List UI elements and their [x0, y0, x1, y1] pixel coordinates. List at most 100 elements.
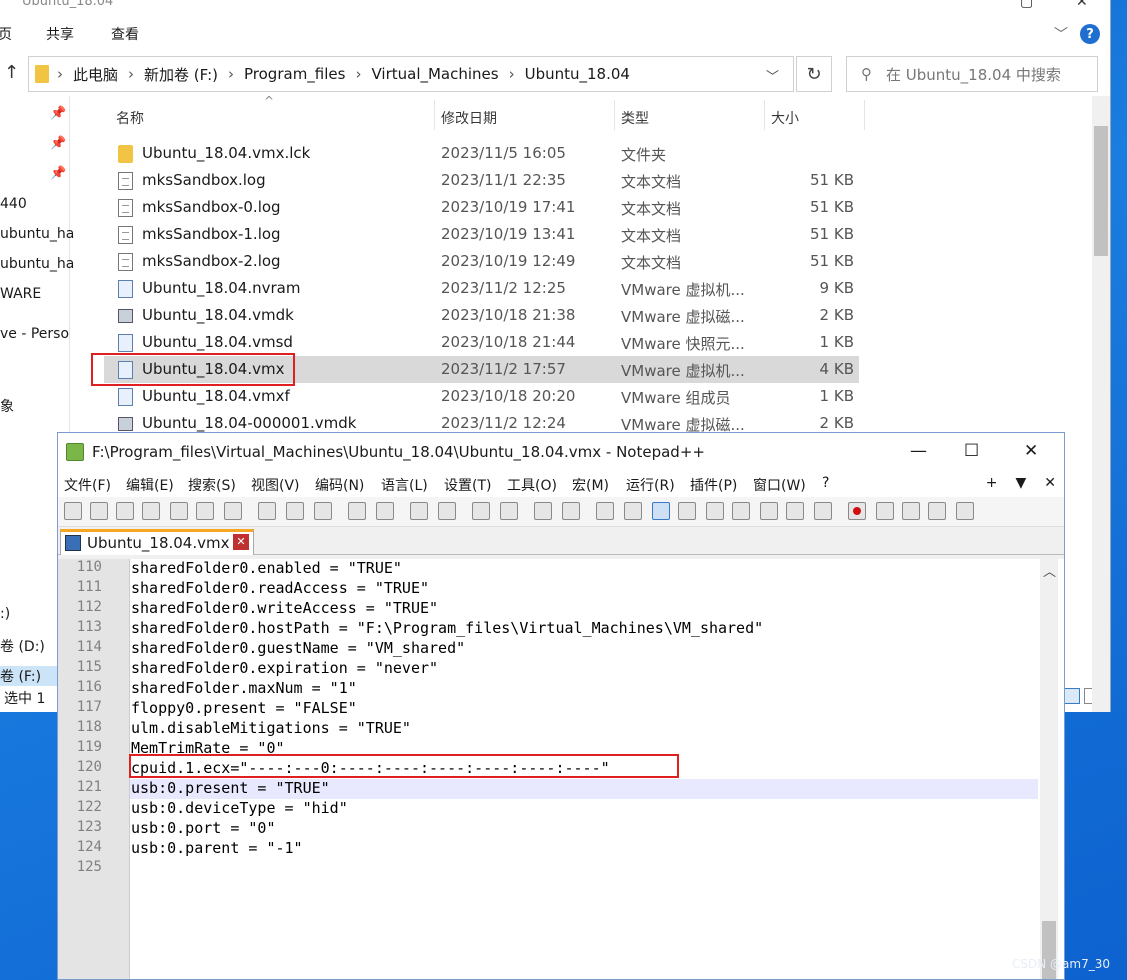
- code-line[interactable]: usb:0.deviceType = "hid": [130, 799, 348, 817]
- close-file-icon[interactable]: [170, 502, 188, 520]
- maximize-icon[interactable]: ☐: [964, 441, 979, 461]
- address-dropdown-icon[interactable]: ﹀: [766, 66, 779, 85]
- menu-tools[interactable]: 工具(O): [507, 475, 557, 495]
- tab-ubuntu-vmx[interactable]: Ubuntu_18.04.vmx ✕: [60, 529, 254, 555]
- address-bar[interactable]: › 此电脑 › 新加卷 (F:) › Program_files › Virtu…: [28, 56, 794, 92]
- up-arrow-icon[interactable]: ↑: [4, 62, 19, 83]
- scrollbar-thumb[interactable]: [1042, 921, 1056, 979]
- save-macro-icon[interactable]: [956, 502, 974, 520]
- redo-icon[interactable]: [376, 502, 394, 520]
- tab-list-icon[interactable]: ▼: [1015, 475, 1026, 491]
- breadcrumb-virtual-machines[interactable]: Virtual_Machines: [371, 65, 498, 83]
- menu-encoding[interactable]: 编码(N): [315, 475, 364, 495]
- minimize-icon[interactable]: ▢: [1020, 0, 1033, 10]
- menu-settings[interactable]: 设置(T): [444, 475, 491, 495]
- column-divider[interactable]: [434, 100, 435, 130]
- pin-icon[interactable]: 📌: [50, 106, 66, 121]
- file-row[interactable]: mksSandbox-2.log 2023/10/19 12:49 文本文档 51 K…: [104, 248, 859, 275]
- file-row[interactable]: Ubuntu_18.04.vmsd 2023/10/18 21:44 VMware …: [104, 329, 859, 356]
- scrollbar-thumb[interactable]: [1094, 126, 1108, 256]
- nav-item[interactable]: ubuntu_ha: [0, 256, 74, 272]
- copy-icon[interactable]: [286, 502, 304, 520]
- replace-icon[interactable]: [438, 502, 456, 520]
- breadcrumb-this-pc[interactable]: 此电脑: [73, 64, 118, 85]
- monitoring-icon[interactable]: [814, 502, 832, 520]
- file-row[interactable]: Ubuntu_18.04.nvram 2023/11/2 12:25 VMware …: [104, 275, 859, 302]
- folder-workspace-icon[interactable]: [786, 502, 804, 520]
- code-line[interactable]: sharedFolder0.expiration = "never": [130, 659, 438, 677]
- document-list-icon[interactable]: [732, 502, 750, 520]
- ribbon-tab-view[interactable]: 查看: [111, 24, 139, 44]
- run-macro-multiple-icon[interactable]: [928, 502, 946, 520]
- sync-vertical-icon[interactable]: [534, 502, 552, 520]
- code-editor[interactable]: 110 111 112 113 114 115 116 117 118 119 120 121 122 1…: [58, 559, 1064, 979]
- nav-item[interactable]: ve - Perso: [0, 326, 69, 342]
- breadcrumb-program-files[interactable]: Program_files: [244, 65, 345, 83]
- minimize-icon[interactable]: —: [910, 441, 927, 461]
- ribbon-tab-home[interactable]: 页: [0, 24, 12, 44]
- user-language-icon[interactable]: [678, 502, 696, 520]
- sync-horizontal-icon[interactable]: [562, 502, 580, 520]
- nav-item[interactable]: ubuntu_ha: [0, 226, 74, 242]
- file-row[interactable]: Ubuntu_18.04.vmdk 2023/10/18 21:38 VMware …: [104, 302, 859, 329]
- code-line[interactable]: usb:0.parent = "-1": [130, 839, 303, 857]
- cut-icon[interactable]: [258, 502, 276, 520]
- file-row[interactable]: Ubuntu_18.04.vmx.lck 2023/11/5 16:05 文件夹: [104, 140, 859, 167]
- find-icon[interactable]: [410, 502, 428, 520]
- column-header-size[interactable]: 大小: [771, 108, 799, 128]
- new-file-icon[interactable]: [64, 502, 82, 520]
- explorer-scrollbar[interactable]: [1092, 96, 1110, 712]
- breadcrumb-drive-f[interactable]: 新加卷 (F:): [144, 64, 218, 85]
- show-all-characters-icon[interactable]: [624, 502, 642, 520]
- nav-item[interactable]: 象: [0, 396, 14, 416]
- editor-scrollbar[interactable]: ︿: [1040, 559, 1058, 979]
- menu-run[interactable]: 运行(R): [626, 475, 675, 495]
- document-map-icon[interactable]: [706, 502, 724, 520]
- nav-item-drive-d[interactable]: 卷 (D:): [0, 636, 45, 656]
- menu-help[interactable]: ?: [822, 475, 829, 491]
- file-row[interactable]: mksSandbox-0.log 2023/10/19 17:41 文本文档 51 K…: [104, 194, 859, 221]
- close-icon[interactable]: ✕: [1076, 0, 1088, 10]
- code-line[interactable]: sharedFolder0.writeAccess = "TRUE": [130, 599, 438, 617]
- menu-plugins[interactable]: 插件(P): [690, 475, 737, 495]
- paste-icon[interactable]: [314, 502, 332, 520]
- nav-item[interactable]: 440: [0, 196, 27, 212]
- breadcrumb-ubuntu[interactable]: Ubuntu_18.04: [525, 65, 630, 83]
- menu-window[interactable]: 窗口(W): [753, 475, 806, 495]
- code-line[interactable]: sharedFolder0.readAccess = "TRUE": [130, 579, 429, 597]
- scroll-up-icon[interactable]: ︿: [1043, 561, 1056, 580]
- code-line[interactable]: ulm.disableMitigations = "TRUE": [130, 719, 411, 737]
- code-line[interactable]: sharedFolder0.guestName = "VM_shared": [130, 639, 465, 657]
- stop-macro-icon[interactable]: [876, 502, 894, 520]
- chevron-down-icon[interactable]: ﹀: [1054, 24, 1068, 44]
- save-icon[interactable]: [116, 502, 134, 520]
- column-divider[interactable]: [864, 100, 865, 130]
- word-wrap-icon[interactable]: [596, 502, 614, 520]
- pin-icon[interactable]: 📌: [50, 136, 66, 151]
- function-list-icon[interactable]: [760, 502, 778, 520]
- menu-file[interactable]: 文件(F): [64, 475, 111, 495]
- close-tab-icon[interactable]: ✕: [233, 534, 249, 550]
- ribbon-tab-share[interactable]: 共享: [46, 24, 74, 44]
- code-line[interactable]: sharedFolder.maxNum = "1": [130, 679, 357, 697]
- code-line[interactable]: usb:0.present = "TRUE": [130, 779, 330, 797]
- indent-guide-icon[interactable]: [652, 502, 670, 520]
- column-divider[interactable]: [764, 100, 765, 130]
- print-icon[interactable]: [224, 502, 242, 520]
- close-icon[interactable]: ✕: [1024, 441, 1038, 461]
- menu-macro[interactable]: 宏(M): [572, 475, 609, 495]
- column-header-type[interactable]: 类型: [621, 108, 649, 128]
- code-line[interactable]: usb:0.port = "0": [130, 819, 276, 837]
- file-row[interactable]: Ubuntu_18.04.vmxf 2023/10/18 20:20 VMware …: [104, 383, 859, 410]
- open-file-icon[interactable]: [90, 502, 108, 520]
- code-line[interactable]: sharedFolder0.hostPath = "F:\Program_fil…: [130, 619, 763, 637]
- column-header-date[interactable]: 修改日期: [441, 108, 497, 128]
- undo-icon[interactable]: [348, 502, 366, 520]
- file-row[interactable]: mksSandbox-1.log 2023/10/19 13:41 文本文档 51 K…: [104, 221, 859, 248]
- column-header-name[interactable]: 名称: [116, 108, 144, 128]
- close-document-icon[interactable]: ✕: [1044, 475, 1056, 491]
- help-icon[interactable]: ?: [1080, 24, 1100, 44]
- save-all-icon[interactable]: [142, 502, 160, 520]
- code-line[interactable]: sharedFolder0.enabled = "TRUE": [130, 559, 402, 577]
- file-row[interactable]: mksSandbox.log 2023/11/1 22:35 文本文档 51 KB: [104, 167, 859, 194]
